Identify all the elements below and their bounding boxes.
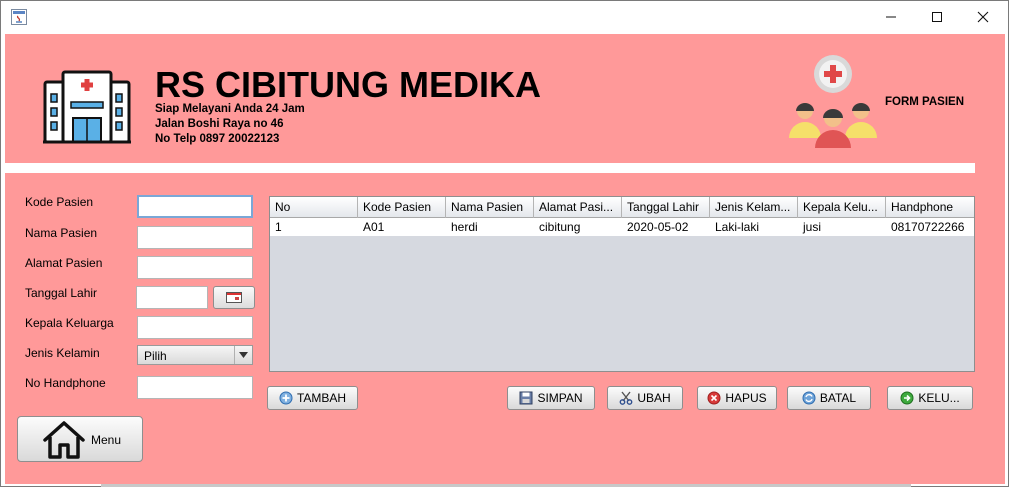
jenis-kelamin-select[interactable]: Pilih <box>137 345 253 365</box>
address: Jalan Boshi Raya no 46 <box>155 118 284 130</box>
kode-pasien-input[interactable] <box>137 195 253 218</box>
close-button[interactable] <box>960 1 1006 33</box>
cell-kepala: jusi <box>803 220 822 234</box>
chevron-down-icon <box>234 346 252 364</box>
date-picker-button[interactable] <box>213 286 255 309</box>
label-no-handphone: No Handphone <box>25 376 106 390</box>
hospital-name: RS CIBITUNG MEDIKA <box>155 64 541 105</box>
title-bar <box>1 1 1008 33</box>
column-header-no[interactable]: No <box>270 197 358 218</box>
hapus-label: HAPUS <box>725 391 767 405</box>
minimize-button[interactable] <box>868 1 914 33</box>
cell-jenis: Laki-laki <box>715 220 760 234</box>
label-jenis-kelamin: Jenis Kelamin <box>25 346 100 360</box>
hospital-icon <box>43 70 131 144</box>
label-tanggal-lahir: Tanggal Lahir <box>25 286 98 300</box>
cell-tanggal: 2020-05-02 <box>627 220 689 234</box>
simpan-label: SIMPAN <box>537 391 583 405</box>
column-header-kepala[interactable]: Kepala Kelu... <box>798 197 886 218</box>
minimize-icon <box>886 16 896 18</box>
table-header: No Kode Pasien Nama Pasien Alamat Pasi..… <box>270 197 974 218</box>
menu-button-label: Menu <box>91 433 122 447</box>
table-row[interactable]: 1 A01 herdi cibitung 2020-05-02 Laki-lak… <box>270 218 974 236</box>
column-header-tanggal[interactable]: Tanggal Lahir <box>622 197 710 218</box>
patients-icon <box>789 55 877 148</box>
batal-label: BATAL <box>819 391 857 405</box>
home-icon <box>43 421 85 459</box>
delete-icon <box>707 391 721 405</box>
cell-nama: herdi <box>451 220 478 234</box>
scissors-icon <box>619 391 633 405</box>
app-window: RS CIBITUNG MEDIKA Siap Melayani Anda 24… <box>0 0 1009 487</box>
ubah-label: UBAH <box>637 391 671 405</box>
jenis-kelamin-value: Pilih <box>144 349 167 363</box>
hapus-button[interactable]: HAPUS <box>697 386 777 410</box>
keluar-button[interactable]: KELU... <box>887 386 973 410</box>
simpan-button[interactable]: SIMPAN <box>507 386 595 410</box>
cell-handphone: 08170722266 <box>891 220 965 234</box>
batal-button[interactable]: BATAL <box>787 386 871 410</box>
cell-alamat: cibitung <box>539 220 581 234</box>
column-header-alamat[interactable]: Alamat Pasi... <box>534 197 622 218</box>
phone-number: No Telp 0897 20022123 <box>155 133 280 145</box>
save-icon <box>519 391 533 405</box>
header-divider <box>5 163 975 173</box>
nama-pasien-input[interactable] <box>137 226 253 249</box>
kepala-keluarga-input[interactable] <box>137 316 253 339</box>
form-title: FORM PASIEN <box>885 96 965 108</box>
form-panel: RS CIBITUNG MEDIKA Siap Melayani Anda 24… <box>5 34 1005 484</box>
menu-button[interactable]: Menu <box>17 416 143 462</box>
column-header-kode[interactable]: Kode Pasien <box>358 197 446 218</box>
tambah-label: TAMBAH <box>296 391 347 405</box>
label-kode-pasien: Kode Pasien <box>25 195 94 209</box>
label-kepala-keluarga: Kepala Keluarga <box>25 316 114 330</box>
keluar-label: KELU... <box>918 391 960 405</box>
ubah-button[interactable]: UBAH <box>607 386 683 410</box>
cell-no: 1 <box>275 220 282 234</box>
label-nama-pasien: Nama Pasien <box>25 226 98 240</box>
calendar-icon <box>226 292 242 303</box>
close-icon <box>977 11 989 23</box>
column-header-nama[interactable]: Nama Pasien <box>446 197 534 218</box>
label-alamat-pasien: Alamat Pasien <box>25 256 103 270</box>
exit-icon <box>900 391 914 405</box>
cell-kode: A01 <box>363 220 385 234</box>
alamat-pasien-input[interactable] <box>137 256 253 279</box>
maximize-button[interactable] <box>914 1 960 33</box>
tanggal-lahir-input[interactable] <box>136 286 208 309</box>
tagline: Siap Melayani Anda 24 Jam <box>155 103 305 115</box>
add-icon <box>279 391 293 405</box>
maximize-icon <box>932 12 942 22</box>
java-icon <box>11 9 27 25</box>
column-header-jenis[interactable]: Jenis Kelam... <box>710 197 798 218</box>
refresh-icon <box>802 391 816 405</box>
column-header-handphone[interactable]: Handphone <box>886 197 974 218</box>
no-handphone-input[interactable] <box>137 376 253 399</box>
patient-table[interactable]: No Kode Pasien Nama Pasien Alamat Pasi..… <box>269 196 975 372</box>
tambah-button[interactable]: TAMBAH <box>267 386 358 410</box>
